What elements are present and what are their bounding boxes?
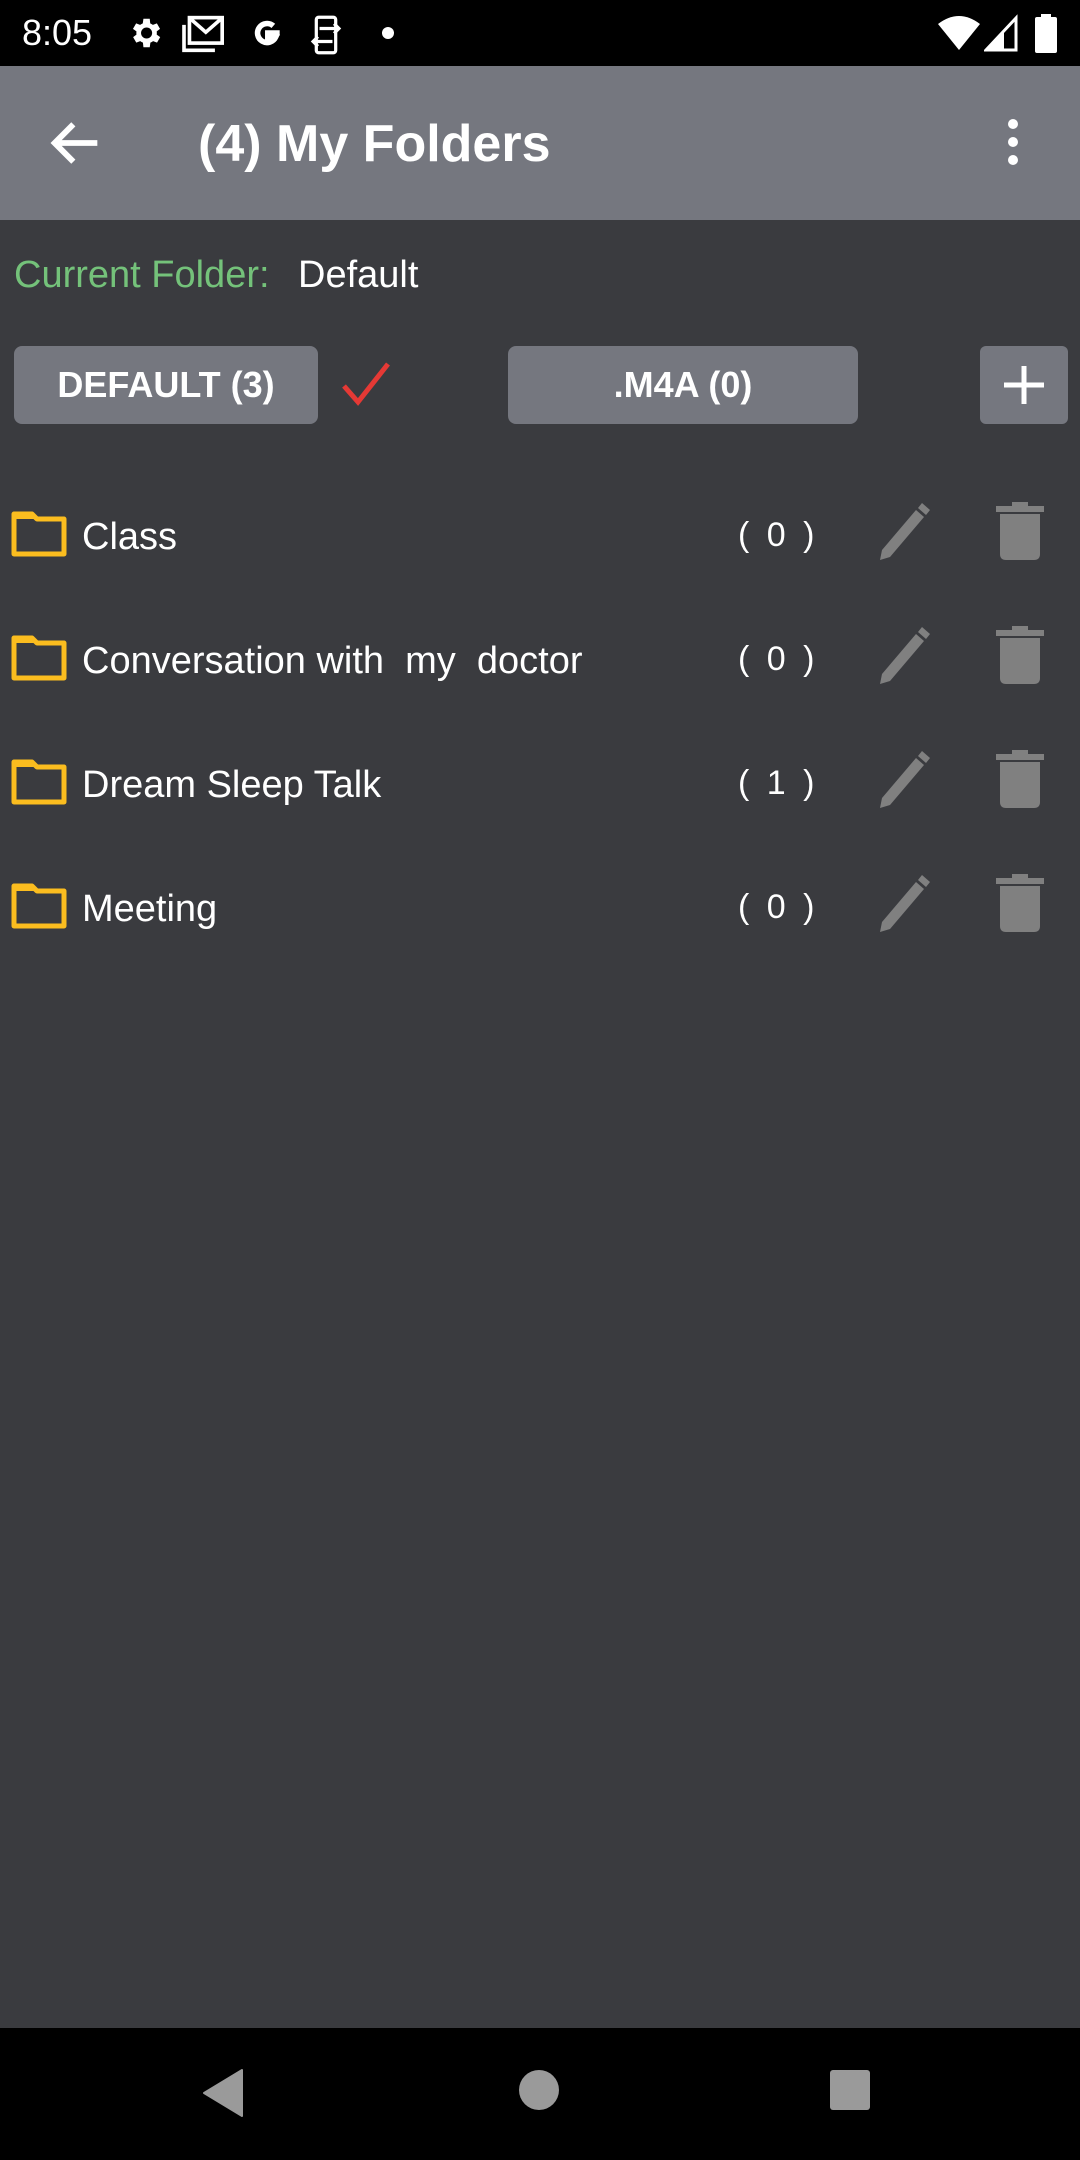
more-vert-icon[interactable]: [996, 112, 1030, 176]
page-title: (4) My Folders: [198, 115, 551, 173]
folder-name: Meeting: [82, 888, 218, 930]
wifi-icon: [938, 16, 980, 50]
folder-count: ( 0 ): [738, 640, 819, 678]
folder-row[interactable]: Conversation with my doctor ( 0 ): [0, 602, 1080, 726]
folder-count: ( 0 ): [738, 888, 819, 926]
add-folder-button[interactable]: [980, 346, 1068, 424]
edit-icon[interactable]: [872, 500, 932, 564]
app-bar: (4) My Folders: [0, 66, 1080, 220]
plus-icon: [1004, 366, 1044, 404]
folder-button-default[interactable]: DEFAULT (3): [14, 346, 318, 424]
arrow-back-icon[interactable]: [44, 111, 108, 175]
folder-button-m4a[interactable]: .M4A (0): [508, 346, 858, 424]
content: Current Folder: Default DEFAULT (3) .M4A…: [0, 220, 1080, 2028]
folder-count: ( 0 ): [738, 516, 819, 554]
phone-sync-icon: [310, 15, 342, 55]
current-folder-label: Current Folder:: [14, 254, 270, 296]
folder-name: Class: [82, 516, 178, 558]
folder-row[interactable]: Dream Sleep Talk ( 1 ): [0, 726, 1080, 850]
status-time: 8:05: [22, 12, 93, 53]
delete-icon[interactable]: [992, 748, 1048, 812]
settings-icon: [132, 18, 161, 48]
edit-icon[interactable]: [872, 748, 932, 812]
folder-name: Conversation with my doctor: [82, 640, 583, 682]
folder-row[interactable]: Meeting ( 0 ): [0, 850, 1080, 974]
delete-icon[interactable]: [992, 872, 1048, 936]
delete-icon[interactable]: [992, 500, 1048, 564]
folder-count: ( 1 ): [738, 764, 819, 802]
current-folder-value: Default: [298, 254, 419, 296]
delete-icon[interactable]: [992, 624, 1048, 688]
nav-home-icon[interactable]: [518, 2068, 560, 2112]
dot-icon: [382, 27, 394, 39]
google-icon: [254, 20, 281, 46]
check-icon: [342, 362, 390, 406]
edit-icon[interactable]: [872, 624, 932, 688]
folder-icon: [11, 511, 67, 557]
navigation-bar: [0, 2028, 1080, 2160]
nav-back-icon[interactable]: [200, 2068, 246, 2118]
folder-name: Dream Sleep Talk: [82, 764, 382, 806]
folder-list: Class ( 0 ) Conversation with my doctor …: [0, 478, 1080, 974]
folder-icon: [11, 883, 67, 929]
status-bar: 8:05: [0, 0, 1080, 66]
edit-icon[interactable]: [872, 872, 932, 936]
folder-icon: [11, 759, 67, 805]
battery-icon: [1035, 14, 1057, 53]
signal-icon: [984, 14, 1018, 52]
folder-row[interactable]: Class ( 0 ): [0, 478, 1080, 602]
nav-recents-icon[interactable]: [828, 2068, 872, 2112]
gmail-icon: [182, 15, 224, 53]
folder-icon: [11, 635, 67, 681]
